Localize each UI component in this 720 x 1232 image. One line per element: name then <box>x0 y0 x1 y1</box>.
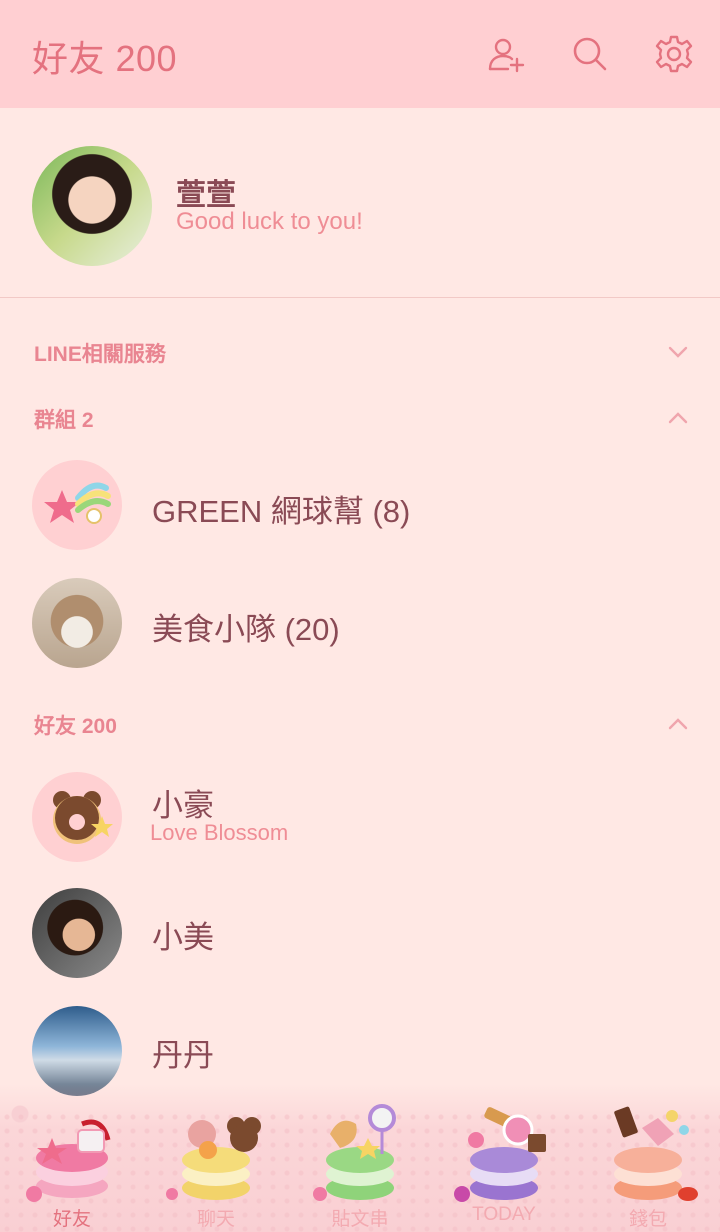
group-avatar-cat[interactable] <box>32 578 122 668</box>
group-avatar-candy[interactable] <box>32 460 122 550</box>
chevron-down-icon[interactable] <box>666 340 690 364</box>
tab-timeline[interactable]: 貼文串 <box>288 1086 432 1232</box>
section-friends[interactable]: 好友 200 <box>34 710 117 740</box>
avatar[interactable] <box>32 146 152 266</box>
macaron-icon <box>26 1119 111 1202</box>
friend-status-message: Love Blossom <box>150 820 289 845</box>
friend-avatar-photo[interactable] <box>32 888 122 978</box>
macaron-icon <box>166 1117 261 1200</box>
tab-friends[interactable]: 好友 <box>0 1086 144 1232</box>
tab-label: 錢包 <box>628 1209 667 1230</box>
friend-name[interactable]: 小豪 <box>152 780 214 825</box>
tab-chats[interactable]: 聊天 <box>144 1086 288 1232</box>
tab-label: 聊天 <box>196 1209 235 1230</box>
friend-name[interactable]: 丹丹 <box>152 1030 214 1075</box>
friend-avatar-donut[interactable] <box>32 772 122 862</box>
page-title: 好友 200 <box>32 38 178 79</box>
group-name[interactable]: GREEN 網球幫 (8) <box>152 486 410 531</box>
profile-status-message: Good luck to you! <box>176 208 363 235</box>
group-name[interactable]: 美食小隊 (20) <box>152 604 340 649</box>
tab-today[interactable]: TODAY <box>432 1086 576 1232</box>
gear-icon[interactable] <box>654 34 694 74</box>
app-header: 好友 200 <box>0 0 720 108</box>
chevron-up-icon[interactable] <box>666 712 690 736</box>
tab-label: 好友 <box>52 1209 91 1230</box>
macaron-icon <box>313 1104 396 1201</box>
tab-wallet[interactable]: 錢包 <box>576 1086 720 1232</box>
search-icon[interactable] <box>570 34 610 74</box>
tab-label: 貼文串 <box>331 1209 389 1230</box>
friend-avatar-sky[interactable] <box>32 1006 122 1096</box>
section-line-services[interactable]: LINE相關服務 <box>34 338 166 368</box>
chevron-up-icon[interactable] <box>666 406 690 430</box>
tab-label: TODAY <box>472 1204 536 1225</box>
section-groups[interactable]: 群組 2 <box>34 404 94 434</box>
my-profile[interactable] <box>0 108 720 298</box>
macaron-icon <box>614 1106 698 1201</box>
macaron-icon <box>454 1107 546 1202</box>
friend-name[interactable]: 小美 <box>152 912 214 957</box>
add-friend-icon[interactable] <box>486 34 526 74</box>
